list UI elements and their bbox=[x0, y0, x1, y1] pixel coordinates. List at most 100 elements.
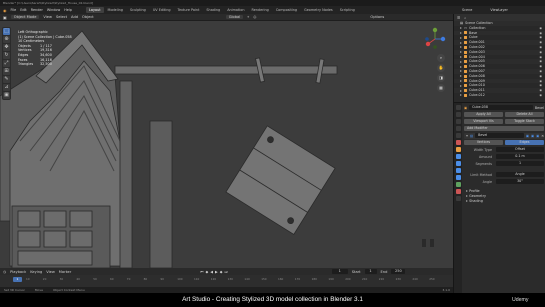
modifier-name-field[interactable]: Bevel bbox=[475, 133, 524, 139]
scene-tab-icon[interactable] bbox=[455, 133, 461, 138]
tab-modeling[interactable]: Modeling bbox=[105, 7, 126, 13]
outliner-editor-icon[interactable]: ☰ bbox=[457, 16, 460, 20]
tab-sculpting[interactable]: Sculpting bbox=[127, 7, 149, 13]
blender-logo-icon[interactable]: ◉ bbox=[3, 8, 7, 13]
tab-compositing[interactable]: Compositing bbox=[273, 7, 300, 13]
world-tab-icon[interactable] bbox=[455, 140, 461, 145]
zoom-icon[interactable]: ⌕ bbox=[437, 54, 445, 62]
menu-render[interactable]: Render bbox=[31, 8, 43, 12]
expand-icon[interactable] bbox=[460, 89, 462, 92]
expand-icon[interactable] bbox=[460, 46, 462, 49]
tab-geometry-nodes[interactable]: Geometry Nodes bbox=[301, 7, 336, 13]
object-tab-icon[interactable] bbox=[455, 147, 461, 152]
expand-icon[interactable] bbox=[460, 27, 462, 30]
proportional-edit-icon[interactable]: ◎ bbox=[253, 15, 256, 19]
expand-icon[interactable] bbox=[460, 55, 462, 58]
expand-icon[interactable] bbox=[460, 79, 462, 82]
menu-object[interactable]: Object bbox=[82, 15, 94, 19]
snap-icon[interactable]: ⌖ bbox=[247, 15, 249, 19]
segments-field[interactable]: 1 bbox=[496, 161, 544, 167]
menu-marker[interactable]: Marker bbox=[59, 270, 71, 274]
editor-type-icon[interactable]: ▣ bbox=[3, 15, 7, 20]
expand-icon[interactable] bbox=[460, 36, 462, 39]
current-frame-indicator[interactable]: 1 bbox=[13, 277, 22, 282]
render-tab-icon[interactable] bbox=[455, 112, 461, 117]
object-name-field[interactable]: Cube.058 bbox=[469, 105, 533, 111]
expand-icon[interactable] bbox=[460, 41, 462, 44]
eye-icon[interactable]: ◉ bbox=[539, 93, 542, 98]
camera-icon[interactable]: ◨ bbox=[437, 74, 445, 82]
material-tab-icon[interactable] bbox=[455, 189, 461, 194]
select-box-icon[interactable]: ⬚ bbox=[3, 28, 10, 35]
grid-icon[interactable]: ▦ bbox=[437, 84, 445, 92]
menu-help[interactable]: Help bbox=[64, 8, 72, 12]
menu-add[interactable]: Add bbox=[71, 15, 78, 19]
tab-shading[interactable]: Shading bbox=[203, 7, 223, 13]
tab-scripting[interactable]: Scripting bbox=[337, 7, 358, 13]
navigation-gizmo[interactable] bbox=[423, 27, 447, 51]
measure-icon[interactable]: ⊿ bbox=[3, 84, 10, 91]
view-layer-selector[interactable]: ViewLayer bbox=[490, 7, 508, 13]
amount-field[interactable]: 0.1 m bbox=[496, 154, 544, 160]
pan-hand-icon[interactable]: ✋ bbox=[437, 64, 445, 72]
current-frame-field[interactable]: 1 bbox=[331, 269, 348, 274]
expand-icon[interactable] bbox=[460, 65, 462, 68]
shading-section[interactable]: Shading bbox=[464, 199, 544, 204]
list-item[interactable]: Cube.012 ◉ bbox=[454, 93, 545, 98]
menu-view[interactable]: View bbox=[46, 270, 55, 274]
scale-icon[interactable]: ⤢ bbox=[3, 60, 10, 67]
menu-file[interactable]: File bbox=[11, 8, 17, 12]
expand-icon[interactable] bbox=[460, 60, 462, 63]
menu-edit[interactable]: Edit bbox=[20, 8, 27, 12]
data-tab-icon[interactable] bbox=[455, 182, 461, 187]
edges-button[interactable]: Edges bbox=[505, 140, 544, 146]
cursor-icon[interactable]: ⊕ bbox=[3, 36, 10, 43]
expand-icon[interactable] bbox=[460, 70, 462, 73]
menu-window[interactable]: Window bbox=[47, 8, 60, 12]
menu-playback[interactable]: Playback bbox=[10, 270, 26, 274]
next-key-icon[interactable]: ◆ bbox=[220, 270, 223, 274]
toggle-stack-button[interactable]: Toggle Stack bbox=[505, 119, 544, 125]
menu-select[interactable]: Select bbox=[56, 15, 67, 19]
tool-tab-icon[interactable] bbox=[455, 105, 461, 110]
orientation-selector[interactable]: Global bbox=[225, 15, 244, 19]
prev-key-icon[interactable]: ◆ bbox=[205, 270, 208, 274]
angle-field[interactable]: 30° bbox=[496, 179, 544, 185]
apply-all-button[interactable]: Apply All bbox=[464, 112, 503, 118]
constraints-tab-icon[interactable] bbox=[455, 175, 461, 180]
collapse-icon[interactable] bbox=[466, 134, 468, 137]
move-icon[interactable]: ✥ bbox=[3, 44, 10, 51]
add-cube-icon[interactable]: ▣ bbox=[3, 92, 10, 99]
scene-selector[interactable]: Scene bbox=[462, 7, 472, 13]
tab-rendering[interactable]: Rendering bbox=[248, 7, 271, 13]
view-layer-tab-icon[interactable] bbox=[455, 126, 461, 131]
timeline-area[interactable] bbox=[0, 275, 453, 287]
expand-icon[interactable] bbox=[460, 94, 462, 97]
tab-texture-paint[interactable]: Texture Paint bbox=[175, 7, 203, 13]
jump-start-icon[interactable]: ⏮ bbox=[200, 270, 203, 274]
play-icon[interactable]: ▶ bbox=[215, 270, 218, 274]
output-tab-icon[interactable] bbox=[455, 119, 461, 124]
timeline-editor-icon[interactable]: ◷ bbox=[3, 270, 6, 274]
rotate-icon[interactable]: ↻ bbox=[3, 52, 10, 59]
end-frame-field[interactable]: 250 bbox=[391, 269, 406, 274]
options-dropdown[interactable]: Options bbox=[370, 15, 384, 19]
viewport-toggle-icon[interactable]: ▣ bbox=[531, 134, 534, 138]
play-reverse-icon[interactable]: ◀ bbox=[210, 270, 213, 274]
render-toggle-icon[interactable]: ▣ bbox=[536, 134, 539, 138]
mode-selector[interactable]: Object Mode bbox=[10, 15, 40, 19]
close-icon[interactable]: ✕ bbox=[541, 134, 544, 138]
particles-tab-icon[interactable] bbox=[455, 161, 461, 166]
start-frame-field[interactable]: 1 bbox=[364, 269, 377, 274]
expand-icon[interactable] bbox=[460, 75, 462, 78]
delete-all-button[interactable]: Delete All bbox=[505, 112, 544, 118]
outliner-search-icon[interactable]: ⌕ bbox=[464, 16, 466, 20]
menu-view[interactable]: View bbox=[43, 15, 52, 19]
texture-tab-icon[interactable] bbox=[455, 196, 461, 201]
annotate-icon[interactable]: ✎ bbox=[3, 76, 10, 83]
transform-icon[interactable]: ⊞ bbox=[3, 68, 10, 75]
width-type-select[interactable]: Offset bbox=[496, 147, 544, 153]
menu-keying[interactable]: Keying bbox=[30, 270, 42, 274]
limit-method-select[interactable]: Angle bbox=[496, 172, 544, 178]
edit-mode-toggle-icon[interactable]: ▣ bbox=[526, 134, 529, 138]
